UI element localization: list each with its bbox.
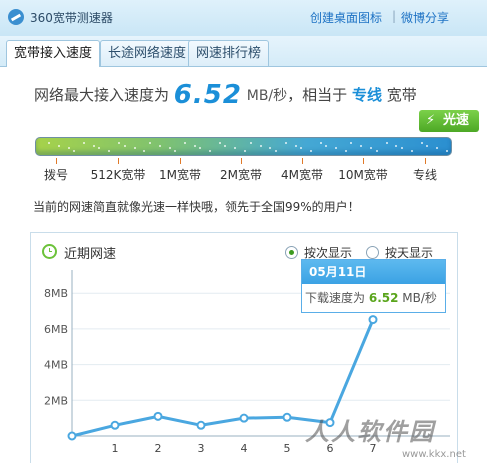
speed-data-point [196,420,206,430]
speed-data-point [282,412,292,422]
tooltip-body: 下载速度为 6.52 MB/秒 [302,284,445,306]
speed-data-point [239,413,249,423]
x-tick-label: 1 [112,442,119,455]
tooltip-unit: MB/秒 [402,291,437,305]
speed-tooltip: 05月11日 下载速度为 6.52 MB/秒 [301,259,446,313]
tooltip-value: 6.52 [368,291,399,305]
y-tick-label: 8MB [44,287,68,300]
speed-data-point [67,431,77,441]
speed-data-point [368,315,378,325]
y-tick-label: 6MB [44,323,68,336]
speed-data-point [153,411,163,421]
speed-data-point [110,420,120,430]
tooltip-label: 下载速度为 [305,291,366,305]
tooltip-date: 05月11日 [302,260,445,284]
x-tick-label: 2 [155,442,162,455]
x-tick-label: 5 [284,442,291,455]
y-tick-label: 2MB [44,394,68,407]
watermark-logo: 人人软件园 [305,418,435,446]
x-tick-label: 3 [198,442,205,455]
speed-history-chart: 2MB4MB6MB8MB1 2 3 4 5 6 7 [44,270,450,455]
watermark-url: www.kkx.net [402,449,466,460]
y-tick-label: 4MB [44,359,68,372]
x-tick-label: 4 [241,442,248,455]
